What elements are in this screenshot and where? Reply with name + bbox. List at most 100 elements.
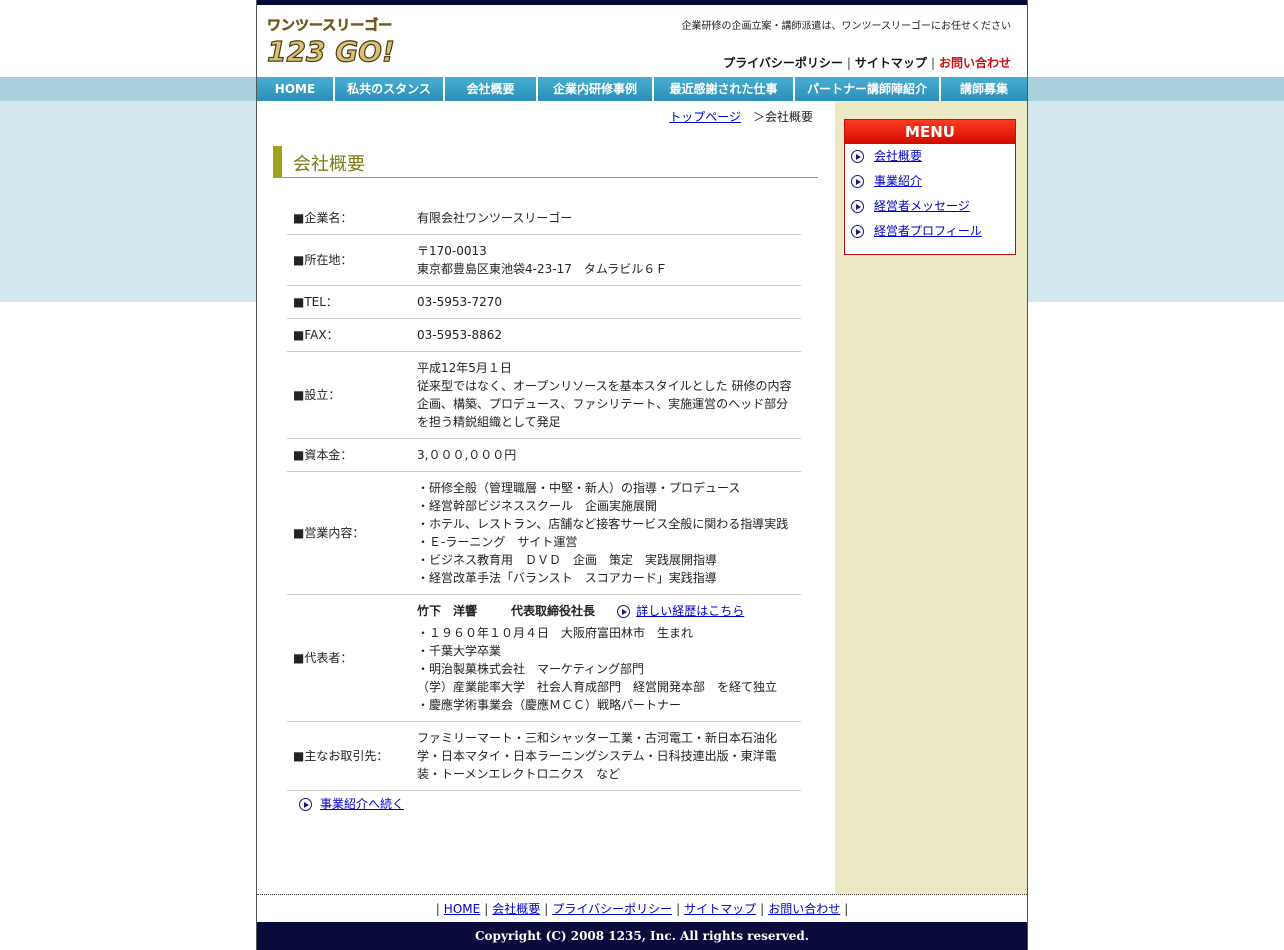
sidebar-item-company[interactable]: 会社概要 [845, 144, 1015, 169]
arrow-circle-icon [617, 605, 631, 618]
address-line: 東京都豊島区東池袋4-23-17 タムラビル６Ｆ [417, 262, 668, 276]
text-line: を担う精鋭組織として発足 [417, 415, 561, 429]
text-line: 学・日本マタイ・日本ラーニングシステム・日科技連出版・東洋電 [417, 749, 777, 763]
text-line: ・経営幹部ビジネススクール 企画実施展開 [417, 499, 658, 513]
text-line: ・千葉大学卒業 [417, 644, 502, 658]
table-row: ■代表者： 竹下 洋響 代表取締役社長 詳しい経歴はこちら ・１９６０年１０月４日… [287, 594, 801, 722]
text-line: ファミリーマート・三和シャッター工業・古河電工・新日本石油化 [417, 731, 778, 745]
breadcrumb-current: ＞会社概要 [752, 110, 813, 124]
side-menu: MENU 会社概要 事業紹介 経営者メッセージ 経営者プロフィール [844, 119, 1016, 255]
copyright: Copyright (C) 2008 1235, Inc. All rights… [257, 922, 1027, 950]
footer-sitemap-link[interactable]: サイトマップ [684, 902, 756, 916]
page-title: 会社概要 [273, 146, 818, 178]
site-logo[interactable]: ワンツースリーゴー 123 GO! [265, 14, 427, 68]
footer-separator: | [484, 902, 489, 916]
table-row: ■TEL： 03-5953-7270 [287, 285, 801, 319]
text-line: ・１９６０年１０月４日 大阪府富田林市 生まれ [417, 626, 694, 640]
contact-link[interactable]: お問い合わせ [939, 56, 1011, 70]
row-label: ■営業内容： [287, 471, 411, 595]
sidebar-item-profile[interactable]: 経営者プロフィール [845, 219, 1015, 244]
sidebar-item-label[interactable]: 会社概要 [874, 149, 922, 163]
table-row: ■主なお取引先： ファミリーマート・三和シャッター工業・古河電工・新日本石油化 … [287, 721, 801, 791]
row-label: ■FAX： [287, 318, 411, 352]
arrow-circle-icon [851, 225, 864, 238]
text-line: ・研修全般（管理職層・中堅・新人）の指導・プロデュース [417, 481, 741, 495]
table-row: ■資本金： 3,０００,０００円 [287, 438, 801, 472]
sidebar-item-label[interactable]: 経営者プロフィール [874, 224, 982, 238]
row-value: 03-5953-7270 [411, 285, 801, 319]
nav-recruit[interactable]: 講師募集 [941, 77, 1027, 101]
table-row: ■企業名： 有限会社ワンツースリーゴー [287, 202, 801, 235]
sidebar-item-business[interactable]: 事業紹介 [845, 169, 1015, 194]
breadcrumb-top-link[interactable]: トップページ [669, 110, 741, 124]
footer-home-link[interactable]: HOME [444, 902, 480, 916]
table-row: ■営業内容： ・研修全般（管理職層・中堅・新人）の指導・プロデュース ・経営幹部… [287, 471, 801, 595]
table-row: ■所在地： 〒170-0013 東京都豊島区東池袋4-23-17 タムラビル６Ｆ [287, 234, 801, 286]
text-line: ・ビジネス教育用 ＤＶＤ 企画 策定 実践展開指導 [417, 553, 718, 567]
business-intro-link[interactable]: 事業紹介へ続く [320, 797, 404, 811]
representative-title: 代表取締役社長 [511, 604, 596, 618]
row-label: ■資本金： [287, 438, 411, 472]
main-content: トップページ ＞会社概要 会社概要 ■企業名： 有限会社ワンツースリーゴー ■所在… [257, 101, 835, 894]
text-line: ・慶應学術事業会（慶應ＭＣＣ）戦略パートナー [417, 698, 682, 712]
text-line: 企画、構築、プロデュース、ファシリテート、実施運営のヘッド部分 [417, 397, 789, 411]
row-value: 平成12年5月１日 従来型ではなく、オープンリソースを基本スタイルとした 研修の… [411, 351, 801, 439]
row-label: ■所在地： [287, 234, 411, 286]
menu-header: MENU [845, 120, 1015, 144]
logo-kana: ワンツースリーゴー [267, 17, 392, 34]
row-label: ■設立： [287, 351, 411, 439]
nav-partners[interactable]: パートナー講師陣紹介 [795, 77, 941, 101]
table-row: ■設立： 平成12年5月１日 従来型ではなく、オープンリソースを基本スタイルとし… [287, 351, 801, 439]
page-title-text: 会社概要 [293, 154, 365, 175]
arrow-circle-icon [299, 798, 312, 811]
footer-company-link[interactable]: 会社概要 [492, 902, 540, 916]
row-label: ■TEL： [287, 285, 411, 319]
logo-text: 123 GO! [267, 35, 395, 68]
header-separator: | [846, 56, 851, 70]
table-row: ■FAX： 03-5953-8862 [287, 318, 801, 352]
arrow-circle-icon [851, 175, 864, 188]
header-separator: | [930, 56, 935, 70]
profile-detail-link[interactable]: 詳しい経歴はこちら [636, 604, 744, 618]
text-line: ・経営改革手法「バランスト スコアカード」実践指導 [417, 571, 717, 585]
representative-name: 竹下 洋響 [417, 604, 478, 618]
text-line: （学）産業能率大学 社会人育成部門 経営開発本部 を経て独立 [417, 680, 778, 694]
text-line: 装・トーメンエレクトロニクス など [417, 767, 621, 781]
footer-contact-link[interactable]: お問い合わせ [768, 902, 840, 916]
sidebar-item-label[interactable]: 経営者メッセージ [874, 199, 970, 213]
address-line: 〒170-0013 [417, 244, 487, 258]
row-value: 〒170-0013 東京都豊島区東池袋4-23-17 タムラビル６Ｆ [411, 234, 801, 286]
row-label: ■企業名： [287, 202, 411, 235]
footer-separator: | [676, 902, 681, 916]
nav-home[interactable]: HOME [257, 77, 335, 101]
footer-separator: | [844, 902, 849, 916]
footer-separator: | [544, 902, 549, 916]
nav-training-cases[interactable]: 企業内研修事例 [538, 77, 654, 101]
main-nav: HOME 私共のスタンス 会社概要 企業内研修事例 最近感謝された仕事 パートナ… [257, 77, 1027, 101]
company-info-table: ■企業名： 有限会社ワンツースリーゴー ■所在地： 〒170-0013 東京都豊… [287, 202, 801, 791]
footer-separator: | [435, 902, 440, 916]
nav-company[interactable]: 会社概要 [445, 77, 538, 101]
footer-privacy-link[interactable]: プライバシーポリシー [552, 902, 672, 916]
privacy-link[interactable]: プライバシーポリシー [723, 56, 843, 70]
header-links: プライバシーポリシー | サイトマップ | お問い合わせ [723, 54, 1011, 71]
sidebar-item-message[interactable]: 経営者メッセージ [845, 194, 1015, 219]
row-value: 03-5953-8862 [411, 318, 801, 352]
sidebar: MENU 会社概要 事業紹介 経営者メッセージ 経営者プロフィール [835, 101, 1027, 894]
top-border [257, 0, 1027, 5]
text-line: ・明治製菓株式会社 マーケティング部門 [417, 662, 645, 676]
arrow-circle-icon [851, 200, 864, 213]
text-line: 平成12年5月１日 [417, 361, 512, 375]
sidebar-item-label[interactable]: 事業紹介 [874, 174, 922, 188]
footer-nav: | HOME | 会社概要 | プライバシーポリシー | サイトマップ | お問い合わせ | [257, 894, 1027, 922]
representative-header: 竹下 洋響 代表取締役社長 詳しい経歴はこちら [417, 602, 795, 620]
sitemap-link[interactable]: サイトマップ [855, 56, 927, 70]
nav-stance[interactable]: 私共のスタンス [335, 77, 445, 101]
page-container: ワンツースリーゴー 123 GO! 企業研修の企画立案・講師派遣は、ワンツースリ… [256, 0, 1028, 950]
text-line: ・Ｅ-ラーニング サイト運営 [417, 535, 578, 549]
arrow-circle-icon [851, 150, 864, 163]
row-value: ・研修全般（管理職層・中堅・新人）の指導・プロデュース ・経営幹部ビジネススクー… [411, 471, 801, 595]
row-label: ■主なお取引先： [287, 721, 411, 791]
row-value: ファミリーマート・三和シャッター工業・古河電工・新日本石油化 学・日本マタイ・日… [411, 721, 801, 791]
nav-recent-work[interactable]: 最近感謝された仕事 [654, 77, 795, 101]
